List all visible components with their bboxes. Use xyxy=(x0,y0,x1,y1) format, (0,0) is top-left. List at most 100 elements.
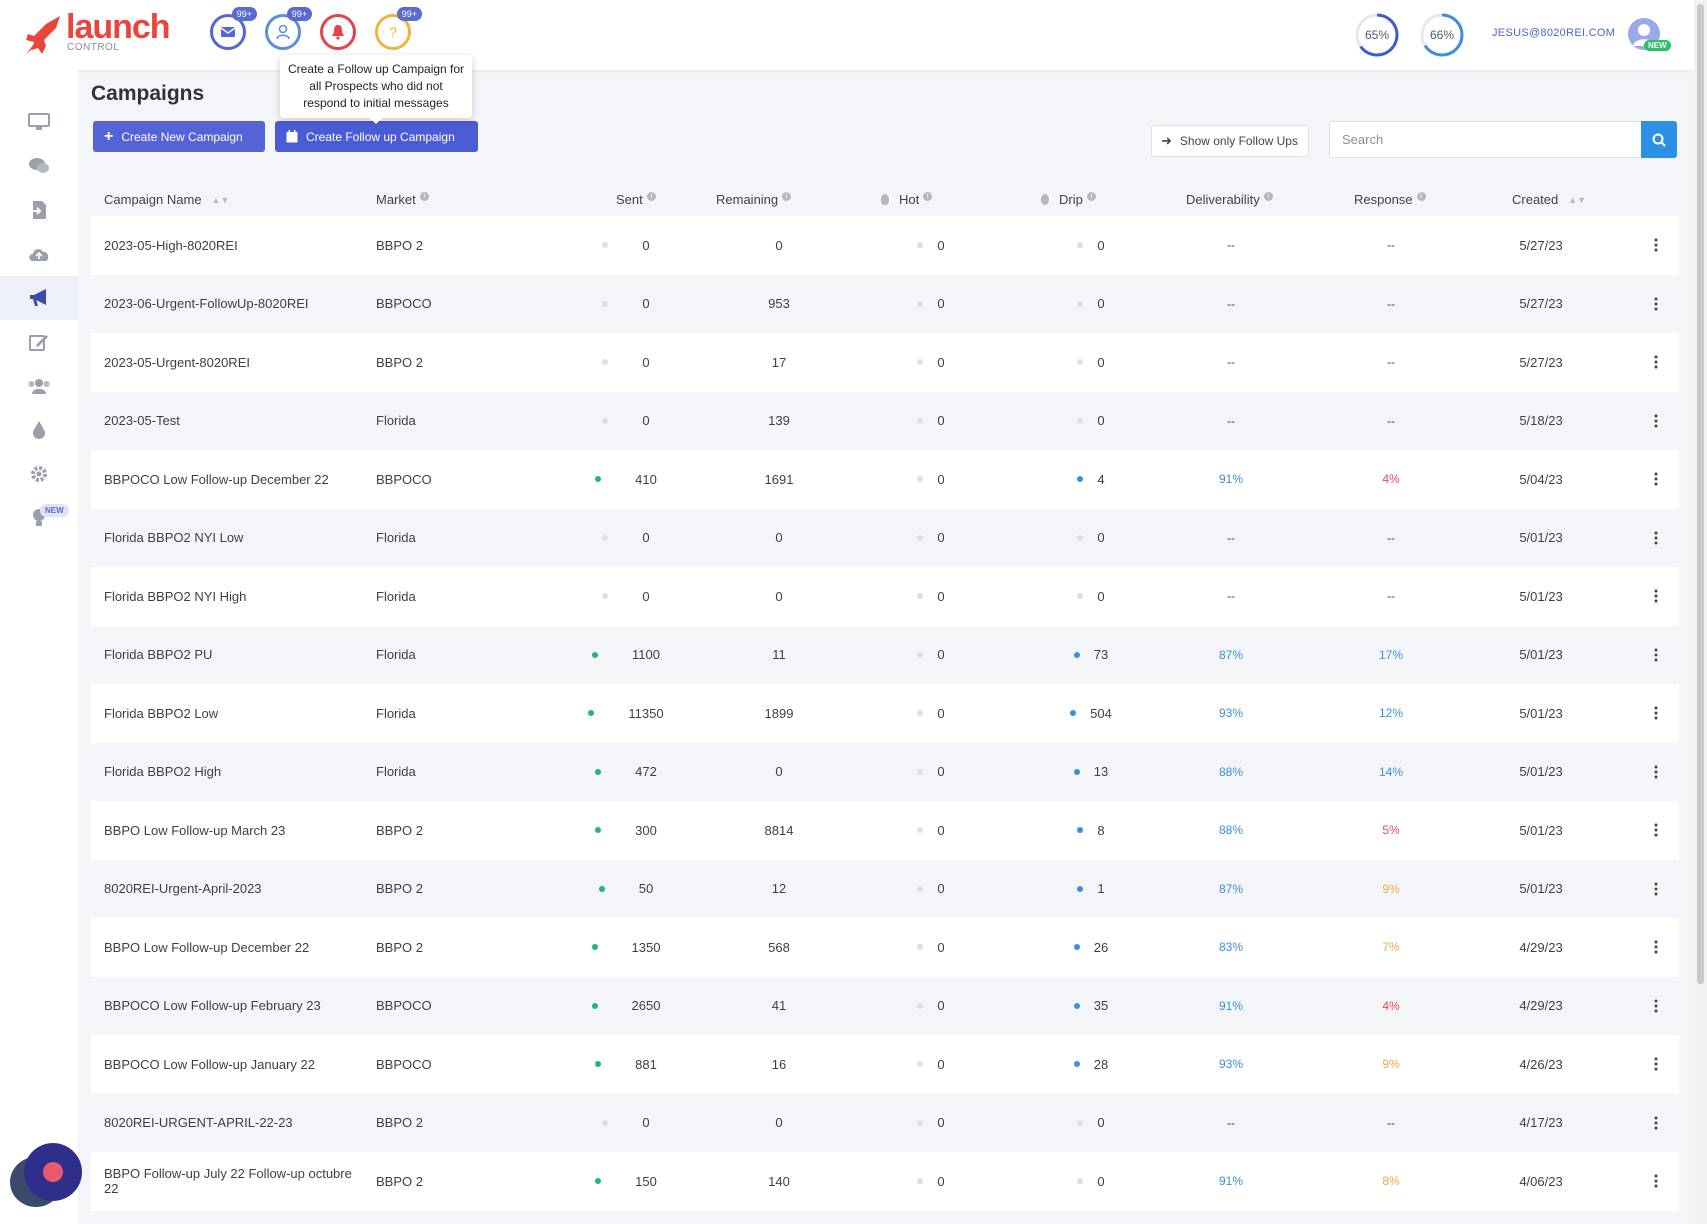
drip-status-dot xyxy=(1077,534,1084,541)
row-menu-button[interactable] xyxy=(1646,1035,1666,1094)
response-value: 9% xyxy=(1382,1057,1400,1072)
row-menu-button[interactable] xyxy=(1646,1094,1666,1153)
sent-cell: 0 xyxy=(571,1094,681,1153)
row-menu-button[interactable] xyxy=(1646,684,1666,743)
table-row[interactable]: 2023-05-Urgent-8020REI BBPO 2 0 17 0 0 -- -- 5/2… xyxy=(91,333,1679,392)
campaign-name[interactable]: BBPOCO Low Follow-up January 22 xyxy=(104,1035,354,1094)
mail-notification-button[interactable]: 99+ xyxy=(210,7,257,50)
row-menu-button[interactable] xyxy=(1646,567,1666,626)
row-menu-button[interactable] xyxy=(1646,1152,1666,1211)
campaign-name[interactable]: BBPOCO Low Follow-up February 23 xyxy=(104,977,354,1036)
user-email[interactable]: JESUS@8020REI.COM xyxy=(1492,27,1615,39)
table-row[interactable]: 8020REI-Urgent-April-2023 BBPO 2 50 12 0 1 87%… xyxy=(91,859,1679,919)
table-row[interactable]: 2023-05-High-8020REI BBPO 2 0 0 0 0 -- -- 5/27/2… xyxy=(91,216,1679,275)
table-row[interactable]: 2023-06-Urgent-FollowUp-8020REI BBPOCO 0 95… xyxy=(91,274,1679,334)
search-button[interactable] xyxy=(1641,121,1677,158)
sidebar-item-settings[interactable] xyxy=(0,452,78,496)
drip-cell: 0 xyxy=(1051,392,1131,451)
sidebar-item-team[interactable] xyxy=(0,364,78,408)
campaign-name[interactable]: 2023-05-Urgent-8020REI xyxy=(104,333,354,392)
sent-value: 0 xyxy=(642,237,650,253)
campaign-name[interactable]: Florida BBPO2 NYI Low xyxy=(104,509,354,568)
launch-control-logo[interactable]: launch CONTROL xyxy=(24,8,174,56)
sidebar-item-campaigns[interactable] xyxy=(0,276,78,320)
table-row[interactable]: Florida BBPO2 PU Florida 1100 11 0 73 87% 17% 5/… xyxy=(91,625,1679,685)
campaign-name[interactable]: 2023-05-High-8020REI xyxy=(104,216,354,275)
sent-cell: 0 xyxy=(571,216,681,275)
table-row[interactable]: BBPOCO Low Follow-up February 23 BBPOCO 26… xyxy=(91,976,1679,1036)
scrollbar-thumb[interactable] xyxy=(1697,4,1704,984)
row-menu-button[interactable] xyxy=(1646,333,1666,392)
table-row[interactable]: 8020REI-URGENT-APRIL-22-23 BBPO 2 0 0 0 0 -- --… xyxy=(91,1093,1679,1153)
campaign-name[interactable]: 8020REI-URGENT-APRIL-22-23 xyxy=(104,1094,354,1153)
kebab-menu-icon xyxy=(1654,999,1658,1013)
hot-cell: 0 xyxy=(891,275,971,334)
table-row[interactable]: BBPO Low Follow-up December 22 BBPO 2 1350… xyxy=(91,918,1679,977)
header-created[interactable]: Created ▲▼ xyxy=(1512,192,1586,207)
sidebar-item-upload[interactable] xyxy=(0,232,78,276)
sent-cell: 150 xyxy=(571,1152,681,1211)
sidebar-item-drip[interactable] xyxy=(0,408,78,452)
remaining-value: 1899 xyxy=(764,705,794,721)
row-menu-button[interactable] xyxy=(1646,450,1666,509)
campaign-name[interactable]: BBPO Follow-up July 22 Follow-up octubre… xyxy=(104,1152,354,1211)
create-new-campaign-button[interactable]: + Create New Campaign xyxy=(93,121,265,152)
sent-value: 410 xyxy=(635,471,657,487)
row-menu-button[interactable] xyxy=(1646,216,1666,275)
created-date: 4/29/23 xyxy=(1519,939,1563,955)
table-row[interactable]: Florida BBPO2 NYI Low Florida 0 0 0 0 -- -- 5/01… xyxy=(91,508,1679,568)
row-menu-button[interactable] xyxy=(1646,977,1666,1036)
info-icon: i xyxy=(1416,192,1426,201)
table-row[interactable]: BBPO Follow-up July 22 Follow-up octubre… xyxy=(91,1152,1679,1211)
campaign-name[interactable]: Florida BBPO2 NYI High xyxy=(104,567,354,626)
row-menu-button[interactable] xyxy=(1646,275,1666,334)
create-follow-up-campaign-button[interactable]: Create Follow up Campaign xyxy=(275,121,478,152)
row-menu-button[interactable] xyxy=(1646,509,1666,568)
table-row[interactable]: BBPO Low Follow-up March 23 BBPO 2 300 8814… xyxy=(91,801,1679,860)
sidebar-item-templates[interactable] xyxy=(0,320,78,364)
sent-cell: 410 xyxy=(571,450,681,509)
sidebar-item-import[interactable] xyxy=(0,188,78,232)
sent-value: 472 xyxy=(635,764,657,780)
campaign-name[interactable]: 2023-06-Urgent-FollowUp-8020REI xyxy=(104,275,354,334)
table-row[interactable]: Florida BBPO2 Low Florida 11350 1899 0 504 93%… xyxy=(91,684,1679,743)
row-menu-button[interactable] xyxy=(1646,860,1666,919)
sidebar-item-dashboard[interactable] xyxy=(0,100,78,144)
row-menu-button[interactable] xyxy=(1646,392,1666,451)
table-row[interactable]: BBPOCO Low Follow-up December 22 BBPOCO 41… xyxy=(91,450,1679,509)
table-body: 2023-05-High-8020REI BBPO 2 0 0 0 0 -- -- 5/27/2… xyxy=(91,216,1679,1211)
header-campaign-name[interactable]: Campaign Name ▲▼ xyxy=(104,192,229,207)
search-input[interactable] xyxy=(1329,121,1642,158)
hot-value: 0 xyxy=(937,939,945,955)
remaining-value: 16 xyxy=(771,1056,787,1072)
page-scrollbar[interactable] xyxy=(1694,0,1707,1224)
campaign-name[interactable]: 8020REI-Urgent-April-2023 xyxy=(104,860,354,919)
hot-value: 0 xyxy=(937,1115,945,1131)
row-menu-button[interactable] xyxy=(1646,918,1666,977)
bell-notification-button[interactable] xyxy=(320,14,356,50)
drip-status-dot xyxy=(1077,1119,1084,1126)
row-menu-button[interactable] xyxy=(1646,743,1666,802)
table-row[interactable]: Florida BBPO2 NYI High Florida 0 0 0 0 -- -- 5/0… xyxy=(91,567,1679,626)
create-new-campaign-label: Create New Campaign xyxy=(121,129,243,144)
sent-status-dot xyxy=(595,1178,602,1185)
sidebar-item-ideas[interactable] xyxy=(0,496,78,540)
kebab-menu-icon xyxy=(1654,765,1658,779)
campaign-name[interactable]: Florida BBPO2 Low xyxy=(104,684,354,743)
campaign-name[interactable]: BBPOCO Low Follow-up December 22 xyxy=(104,450,354,509)
campaign-name[interactable]: 2023-05-Test xyxy=(104,392,354,451)
user-notification-button[interactable]: 99+ xyxy=(265,7,312,50)
help-notification-button[interactable]: ? 99+ xyxy=(375,7,422,50)
campaign-name[interactable]: Florida BBPO2 High xyxy=(104,743,354,802)
table-row[interactable]: BBPOCO Low Follow-up January 22 BBPOCO 881… xyxy=(91,1035,1679,1094)
campaign-name[interactable]: BBPO Low Follow-up December 22 xyxy=(104,918,354,977)
row-menu-button[interactable] xyxy=(1646,801,1666,860)
table-row[interactable]: 2023-05-Test Florida 0 139 0 0 -- -- 5/18/23 xyxy=(91,391,1679,451)
ring-2-label: 66% xyxy=(1429,28,1455,42)
campaign-name[interactable]: BBPO Low Follow-up March 23 xyxy=(104,801,354,860)
show-only-follow-ups-button[interactable]: ➜ Show only Follow Ups xyxy=(1151,125,1309,157)
campaign-name[interactable]: Florida BBPO2 PU xyxy=(104,626,354,685)
row-menu-button[interactable] xyxy=(1646,626,1666,685)
table-row[interactable]: Florida BBPO2 High Florida 472 0 0 13 88% 14% 5/… xyxy=(91,742,1679,802)
sidebar-item-messages[interactable] xyxy=(0,144,78,188)
